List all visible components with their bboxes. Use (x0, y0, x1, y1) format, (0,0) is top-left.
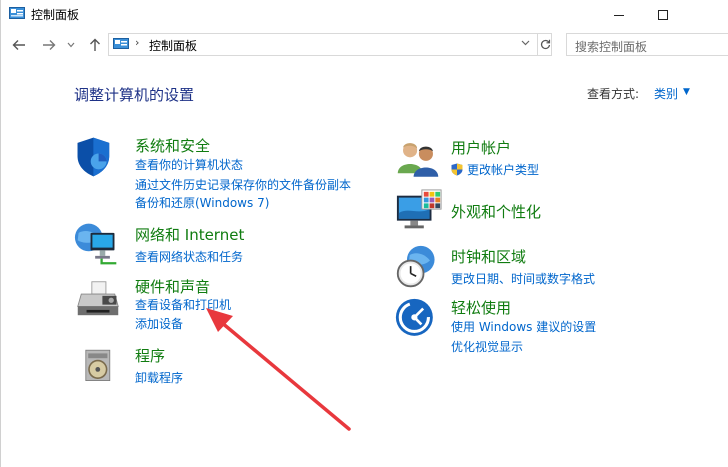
clock-globe-icon[interactable] (395, 244, 441, 290)
category-title-network[interactable]: 网络和 Internet (135, 224, 244, 245)
link-add-device[interactable]: 添加设备 (135, 315, 183, 332)
link-change-account-type[interactable]: 更改帐户类型 (451, 161, 539, 178)
security-shield-icon[interactable] (74, 134, 118, 180)
chevron-down-icon (67, 42, 75, 48)
category-title-user-accounts[interactable]: 用户帐户 (451, 137, 511, 158)
refresh-button[interactable] (537, 34, 553, 55)
link-file-history[interactable]: 通过文件历史记录保存你的文件备份副本 (135, 176, 351, 193)
up-button[interactable] (85, 36, 105, 54)
refresh-icon (541, 39, 551, 50)
link-network-status[interactable]: 查看网络状态和任务 (135, 248, 243, 265)
address-dropdown-button[interactable] (521, 36, 530, 49)
view-by-dropdown[interactable]: 类别 (654, 85, 678, 102)
search-placeholder: 搜索控制面板 (575, 40, 648, 54)
control-panel-window: 控制面板 › 控制面板 搜索控制面板 调整计算机的设置 查看方式: 类别 ▼ 系… (0, 0, 728, 467)
minimize-icon (614, 14, 624, 16)
uac-shield-icon (451, 163, 463, 176)
search-input[interactable]: 搜索控制面板 (566, 33, 728, 56)
link-backup-restore[interactable]: 备份和还原(Windows 7) (135, 194, 269, 211)
view-by-label: 查看方式: (587, 87, 640, 101)
category-title-hardware[interactable]: 硬件和声音 (135, 276, 210, 297)
printer-icon[interactable] (74, 280, 122, 324)
category-title-appearance[interactable]: 外观和个性化 (451, 201, 541, 222)
ease-of-access-icon[interactable] (395, 298, 439, 342)
category-title-system-security[interactable]: 系统和安全 (135, 135, 210, 156)
appearance-monitor-icon[interactable] (395, 188, 443, 236)
users-icon[interactable] (395, 138, 441, 182)
maximize-button[interactable] (641, 0, 685, 30)
arrow-up-icon (90, 38, 100, 51)
recent-locations-button[interactable] (65, 36, 77, 54)
category-title-clock[interactable]: 时钟和区域 (451, 246, 526, 267)
category-title-programs[interactable]: 程序 (135, 345, 165, 366)
back-button[interactable] (9, 36, 29, 54)
chevron-down-icon (521, 40, 530, 46)
minimize-button[interactable] (597, 0, 641, 30)
link-windows-recommended[interactable]: 使用 Windows 建议的设置 (451, 318, 596, 335)
programs-disc-icon[interactable] (81, 345, 121, 389)
link-date-time-format[interactable]: 更改日期、时间或数字格式 (451, 270, 595, 287)
link-devices-printers[interactable]: 查看设备和打印机 (135, 296, 231, 313)
link-optimize-visual-display[interactable]: 优化视觉显示 (451, 338, 523, 355)
window-title: 控制面板 (31, 8, 80, 22)
navigation-bar: › 控制面板 搜索控制面板 (1, 30, 728, 60)
maximize-icon (658, 10, 668, 20)
breadcrumb-chevron-icon[interactable]: › (135, 36, 139, 49)
link-view-computer-status[interactable]: 查看你的计算机状态 (135, 156, 243, 173)
control-panel-icon (9, 7, 25, 19)
breadcrumb-control-panel[interactable]: 控制面板 (149, 37, 197, 54)
arrow-left-icon (12, 40, 25, 50)
network-globe-icon[interactable] (74, 220, 120, 266)
address-bar[interactable]: › 控制面板 (108, 33, 552, 56)
title-bar: 控制面板 (1, 0, 728, 30)
category-title-ease-of-access[interactable]: 轻松使用 (451, 297, 511, 318)
link-change-account-type-label[interactable]: 更改帐户类型 (467, 163, 539, 177)
link-uninstall-program[interactable]: 卸载程序 (135, 369, 183, 386)
arrow-right-icon (43, 40, 56, 50)
page-title: 调整计算机的设置 (74, 86, 195, 104)
view-by-dropdown-arrow-icon[interactable]: ▼ (683, 87, 690, 97)
control-panel-icon (113, 38, 129, 49)
forward-button[interactable] (39, 36, 59, 54)
